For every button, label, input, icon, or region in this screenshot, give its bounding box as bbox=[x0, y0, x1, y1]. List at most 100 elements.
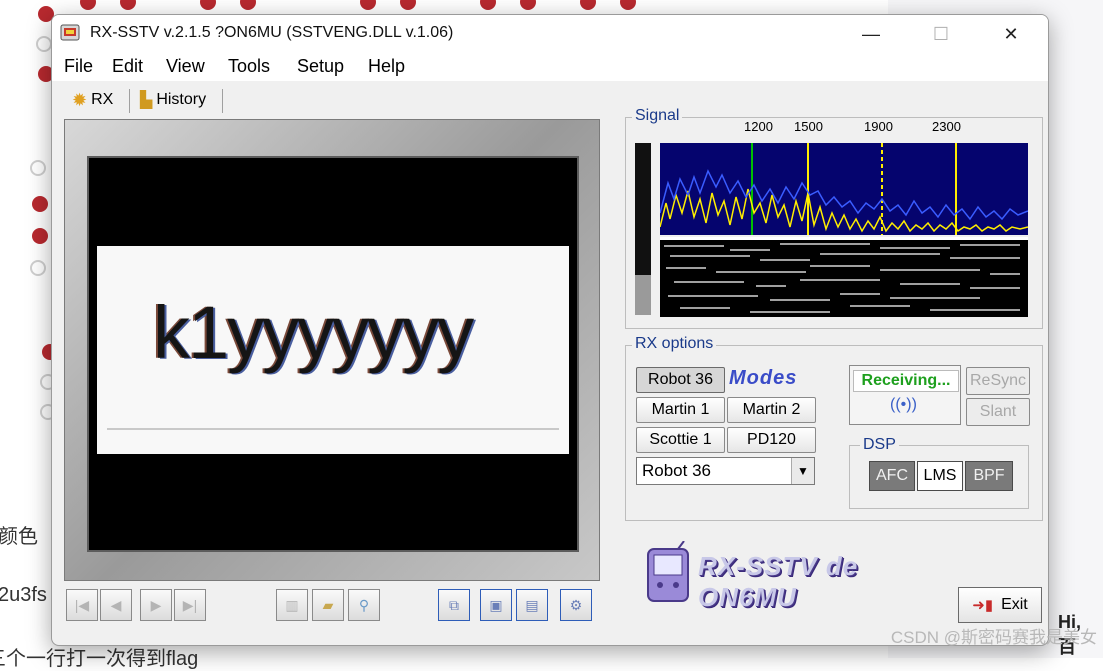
freq-label: 1200 bbox=[744, 119, 773, 134]
signal-level-meter bbox=[635, 143, 651, 315]
bg-text: 2u3fs bbox=[0, 584, 47, 606]
folder-open-icon: ▰ bbox=[322, 596, 334, 613]
bg-dot bbox=[400, 0, 416, 10]
bg-dot bbox=[30, 260, 46, 276]
mode-select[interactable]: Robot 36 ▼ bbox=[636, 457, 815, 485]
resync-button[interactable]: ReSync bbox=[966, 367, 1030, 395]
mode-pd120-button[interactable]: PD120 bbox=[727, 427, 816, 453]
signal-label: Signal bbox=[632, 107, 683, 125]
gear-icon: ✹ bbox=[72, 89, 88, 110]
menu-help[interactable]: Help bbox=[368, 56, 405, 77]
trash-icon: ▥ bbox=[285, 596, 299, 613]
dsp-afc-button[interactable]: AFC bbox=[869, 461, 915, 491]
menu-file[interactable]: File bbox=[64, 56, 93, 77]
bg-dot bbox=[32, 196, 48, 212]
rx-options-label: RX options bbox=[632, 335, 717, 353]
app-logo: RX-SSTV de ON6MU bbox=[644, 537, 944, 612]
spectrum-display[interactable] bbox=[660, 143, 1028, 235]
menu-view[interactable]: View bbox=[166, 56, 205, 77]
app-icon bbox=[60, 24, 80, 41]
chevron-down-icon[interactable]: ▼ bbox=[791, 458, 814, 484]
freq-label: 1500 bbox=[794, 119, 823, 134]
menu-bar: File Edit View Tools Setup Help bbox=[52, 53, 1048, 81]
next-icon: ▶ bbox=[150, 596, 162, 613]
bg-dot bbox=[240, 0, 256, 10]
maximize-button[interactable]: ☐ bbox=[918, 15, 964, 53]
tab-rx[interactable]: ✹ RX bbox=[72, 87, 113, 113]
menu-setup[interactable]: Setup bbox=[297, 56, 344, 77]
signal-level-fill bbox=[635, 275, 651, 315]
tab-history[interactable]: ▙ History bbox=[140, 87, 206, 113]
bg-dot bbox=[520, 0, 536, 10]
bg-dot bbox=[120, 0, 136, 10]
mode-martin1-button[interactable]: Martin 1 bbox=[636, 397, 725, 423]
tab-divider bbox=[129, 89, 130, 113]
bg-dot bbox=[620, 0, 636, 10]
receiving-indicator: Receiving... bbox=[853, 370, 959, 392]
floppy-multi-icon: ▤ bbox=[525, 596, 539, 613]
app-window: RX-SSTV v.2.1.5 ?ON6MU (SSTVENG.DLL v.1.… bbox=[51, 14, 1049, 646]
dsp-lms-button[interactable]: LMS bbox=[917, 461, 963, 491]
title-bar[interactable]: RX-SSTV v.2.1.5 ?ON6MU (SSTVENG.DLL v.1.… bbox=[52, 15, 1048, 53]
settings-button[interactable]: ⚙ bbox=[560, 589, 592, 621]
mode-select-value: Robot 36 bbox=[642, 461, 711, 480]
delete-button[interactable]: ▥ bbox=[276, 589, 308, 621]
bg-dot bbox=[200, 0, 216, 10]
menu-tools[interactable]: Tools bbox=[228, 56, 270, 77]
mode-scottie1-button[interactable]: Scottie 1 bbox=[636, 427, 725, 453]
image-text: k1yyyyyyy bbox=[153, 291, 474, 374]
watermark: CSDN @斯密码赛我是美女 bbox=[890, 628, 1097, 647]
logo-text: RX-SSTV de ON6MU bbox=[698, 551, 859, 612]
window-title: RX-SSTV v.2.1.5 ?ON6MU (SSTVENG.DLL v.1.… bbox=[90, 24, 454, 41]
open-folder-button[interactable]: ▰ bbox=[312, 589, 344, 621]
image-content: k1yyyyyyy bbox=[97, 246, 569, 454]
dsp-bpf-button[interactable]: BPF bbox=[965, 461, 1013, 491]
mode-martin2-button[interactable]: Martin 2 bbox=[727, 397, 816, 423]
minimize-button[interactable]: — bbox=[848, 15, 894, 53]
last-image-button[interactable]: ▶| bbox=[174, 589, 206, 621]
zoom-button[interactable]: ⚲ bbox=[348, 589, 380, 621]
bg-dot bbox=[36, 36, 52, 52]
exit-button[interactable]: ➜▮ Exit bbox=[958, 587, 1042, 623]
tab-rx-label: RX bbox=[91, 91, 114, 108]
freq-label: 2300 bbox=[932, 119, 961, 134]
bg-dot bbox=[480, 0, 496, 10]
menu-edit[interactable]: Edit bbox=[112, 56, 143, 77]
bg-dot bbox=[32, 228, 48, 244]
save-as-button[interactable]: ▤ bbox=[516, 589, 548, 621]
bg-dot bbox=[360, 0, 376, 10]
magnifier-icon: ⚲ bbox=[358, 596, 370, 613]
received-image: k1yyyyyyy bbox=[97, 158, 569, 550]
bg-text: 三个一行打一次得到flag bbox=[0, 648, 199, 670]
bg-dot bbox=[80, 0, 96, 10]
tab-history-label: History bbox=[156, 91, 207, 108]
receive-status: Receiving... ((•)) bbox=[849, 365, 961, 425]
slant-button[interactable]: Slant bbox=[966, 398, 1030, 426]
floppy-icon: ▣ bbox=[489, 596, 503, 613]
copy-button[interactable]: ⧉ bbox=[438, 589, 470, 621]
exit-door-icon: ➜▮ bbox=[972, 597, 994, 614]
waterfall-display[interactable] bbox=[660, 237, 1028, 317]
bg-text: 颜色 bbox=[0, 526, 38, 548]
antenna-icon: ((•)) bbox=[890, 396, 917, 413]
exit-label: Exit bbox=[1001, 596, 1028, 613]
skip-first-icon: |◀ bbox=[74, 596, 90, 613]
image-line bbox=[107, 428, 559, 430]
tab-divider bbox=[222, 89, 223, 113]
copy-icon: ⧉ bbox=[449, 596, 459, 613]
prev-image-button[interactable]: ◀ bbox=[100, 589, 132, 621]
skip-last-icon: ▶| bbox=[182, 596, 198, 613]
close-button[interactable]: ✕ bbox=[988, 15, 1034, 53]
device-icon bbox=[647, 541, 689, 602]
image-frame: k1yyyyyyy bbox=[64, 119, 600, 581]
dsp-label: DSP bbox=[860, 436, 899, 454]
first-image-button[interactable]: |◀ bbox=[66, 589, 98, 621]
save-button[interactable]: ▣ bbox=[480, 589, 512, 621]
tools-icon: ⚙ bbox=[569, 596, 583, 613]
folder-icon: ▙ bbox=[140, 92, 153, 109]
next-image-button[interactable]: ▶ bbox=[140, 589, 172, 621]
mode-robot36-button[interactable]: Robot 36 bbox=[636, 367, 725, 393]
bg-dot bbox=[30, 160, 46, 176]
freq-label: 1900 bbox=[864, 119, 893, 134]
bg-dot bbox=[580, 0, 596, 10]
